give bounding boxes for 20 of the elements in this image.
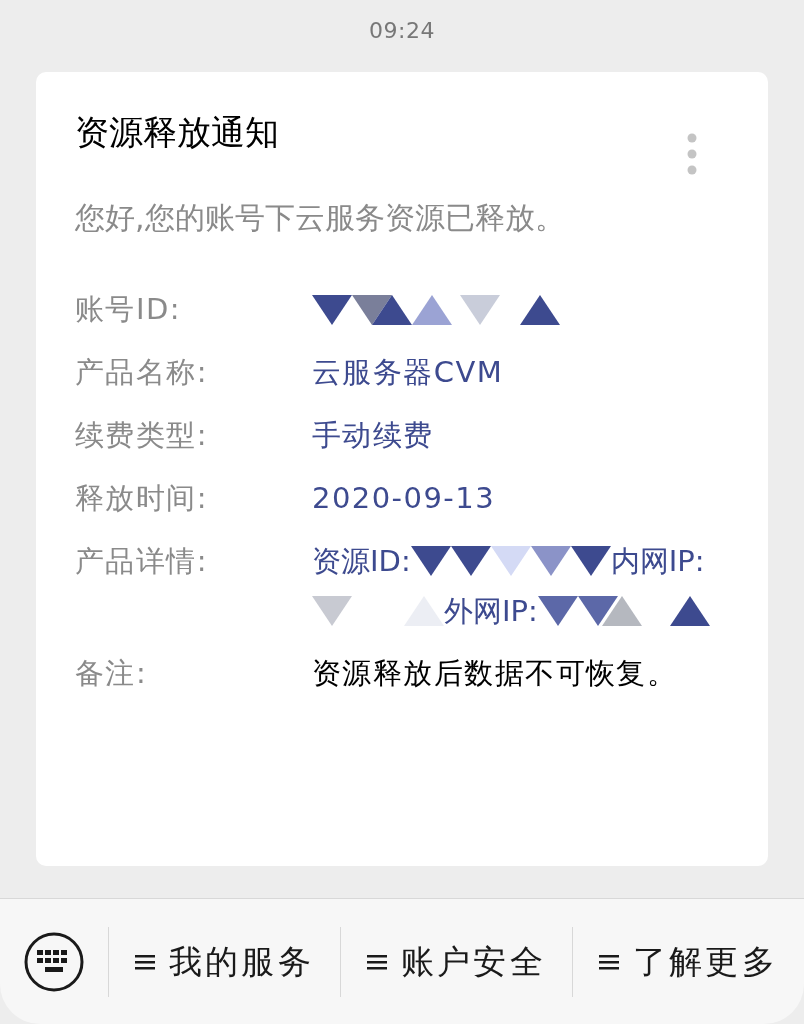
- field-value: 2020-09-13: [312, 480, 496, 517]
- status-time: 09:24: [368, 17, 436, 45]
- field-value: 手动续费: [312, 417, 434, 454]
- keyboard-icon: [23, 930, 85, 993]
- field-value: 外网IP:: [444, 593, 538, 630]
- greeting-text: 您好,您的账号下云服务资源已释放。: [75, 199, 566, 237]
- field-label: 备注:: [75, 655, 149, 692]
- field-label: 续费类型:: [75, 417, 210, 454]
- field-value: 内网IP:: [610, 543, 705, 580]
- menu-button[interactable]: 账户安全: [341, 899, 572, 1024]
- menu-button[interactable]: 我的服务: [109, 899, 340, 1024]
- field-label: 释放时间:: [75, 480, 210, 517]
- field-value: 云服务器CVM: [312, 354, 504, 391]
- field-label: 账号ID:: [75, 291, 182, 328]
- field-label: 产品名称:: [75, 354, 210, 391]
- note-text: 资源释放后数据不可恢复。: [312, 655, 679, 692]
- field-value: 资源ID:: [312, 543, 411, 580]
- field-label: 产品详情:: [75, 543, 210, 580]
- card-title: 资源释放通知: [75, 112, 280, 152]
- menu-button[interactable]: 了解更多: [573, 899, 804, 1024]
